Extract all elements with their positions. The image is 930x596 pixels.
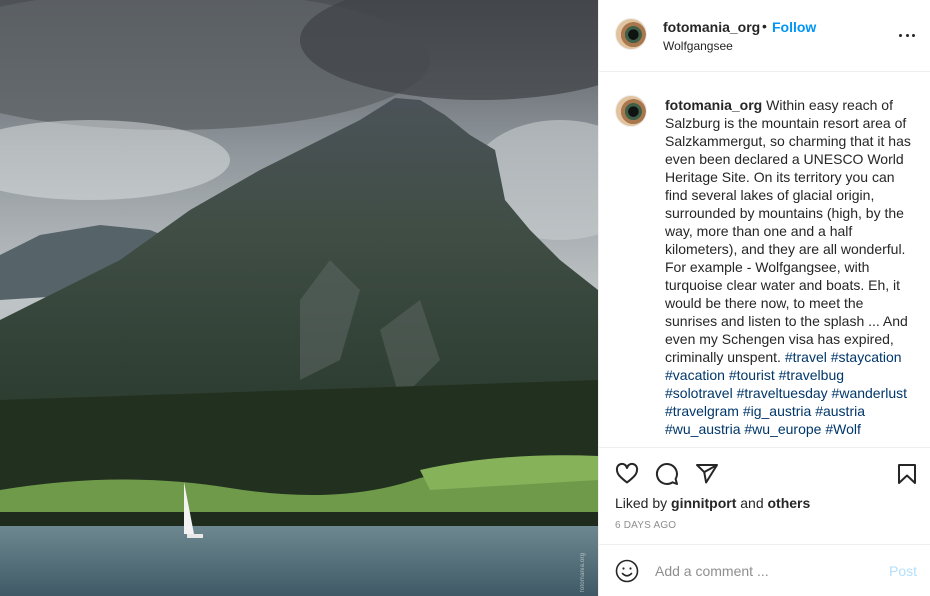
comment-input[interactable] [655, 560, 875, 582]
likes-others-link[interactable]: others [768, 495, 811, 511]
hashtag-link[interactable]: #wu_austria [665, 421, 741, 437]
hashtag-link[interactable]: #tourist [729, 367, 775, 383]
hashtag-link[interactable]: #ig_austria [743, 403, 812, 419]
bookmark-icon[interactable] [895, 462, 919, 486]
post-date[interactable]: 6 DAYS AGO [615, 520, 676, 531]
author-username[interactable]: fotomania_org [663, 19, 760, 35]
comment-bar: Post [599, 544, 930, 596]
hashtag-link[interactable]: #austria [815, 403, 865, 419]
hashtag-link[interactable]: #travelgram [665, 403, 739, 419]
more-options-icon[interactable] [899, 32, 915, 38]
likes-connector: and [740, 495, 764, 511]
follow-button[interactable]: Follow [772, 19, 816, 35]
caption-text-block: fotomania_org Within easy reach of Salzb… [665, 96, 911, 438]
hashtag-link[interactable]: #Wolf [825, 421, 861, 437]
liked-by-user[interactable]: ginnitport [671, 495, 736, 511]
photo-watermark: fotomania.org [580, 552, 586, 592]
hashtag-link[interactable]: #staycation [831, 349, 902, 365]
post-header: fotomania_org • Follow Wolfgangsee [599, 0, 930, 72]
caption-avatar[interactable] [615, 95, 647, 127]
likes-summary: Liked by ginnitport and others [615, 495, 810, 511]
hashtag-link[interactable]: #travel [785, 349, 827, 365]
caption-username[interactable]: fotomania_org [665, 97, 762, 113]
paper-plane-icon[interactable] [695, 462, 719, 486]
post-location[interactable]: Wolfgangsee [663, 39, 733, 53]
hashtag-link[interactable]: #travelbug [779, 367, 844, 383]
post-photo[interactable]: fotomania.org [0, 0, 598, 596]
post-actions [599, 456, 930, 496]
likes-prefix: Liked by [615, 495, 668, 511]
comment-icon[interactable] [655, 462, 679, 486]
author-avatar[interactable] [615, 18, 647, 50]
hashtag-link[interactable]: #solotravel [665, 385, 733, 401]
header-separator: • [762, 18, 767, 34]
hashtag-link[interactable]: #wanderlust [832, 385, 908, 401]
post-side-panel: fotomania_org • Follow Wolfgangsee fotom… [598, 0, 930, 596]
hashtag-link[interactable]: #traveltuesday [737, 385, 828, 401]
post-comment-button[interactable]: Post [889, 563, 917, 579]
heart-icon[interactable] [615, 462, 639, 486]
hashtag-link[interactable]: #wu_europe [744, 421, 821, 437]
caption-area[interactable]: fotomania_org Within easy reach of Salzb… [599, 72, 930, 448]
mountain-lake-image [0, 0, 598, 596]
caption-text: Within easy reach of Salzburg is the mou… [665, 97, 911, 365]
hashtag-link[interactable]: #vacation [665, 367, 725, 383]
smiley-icon[interactable] [615, 559, 639, 583]
